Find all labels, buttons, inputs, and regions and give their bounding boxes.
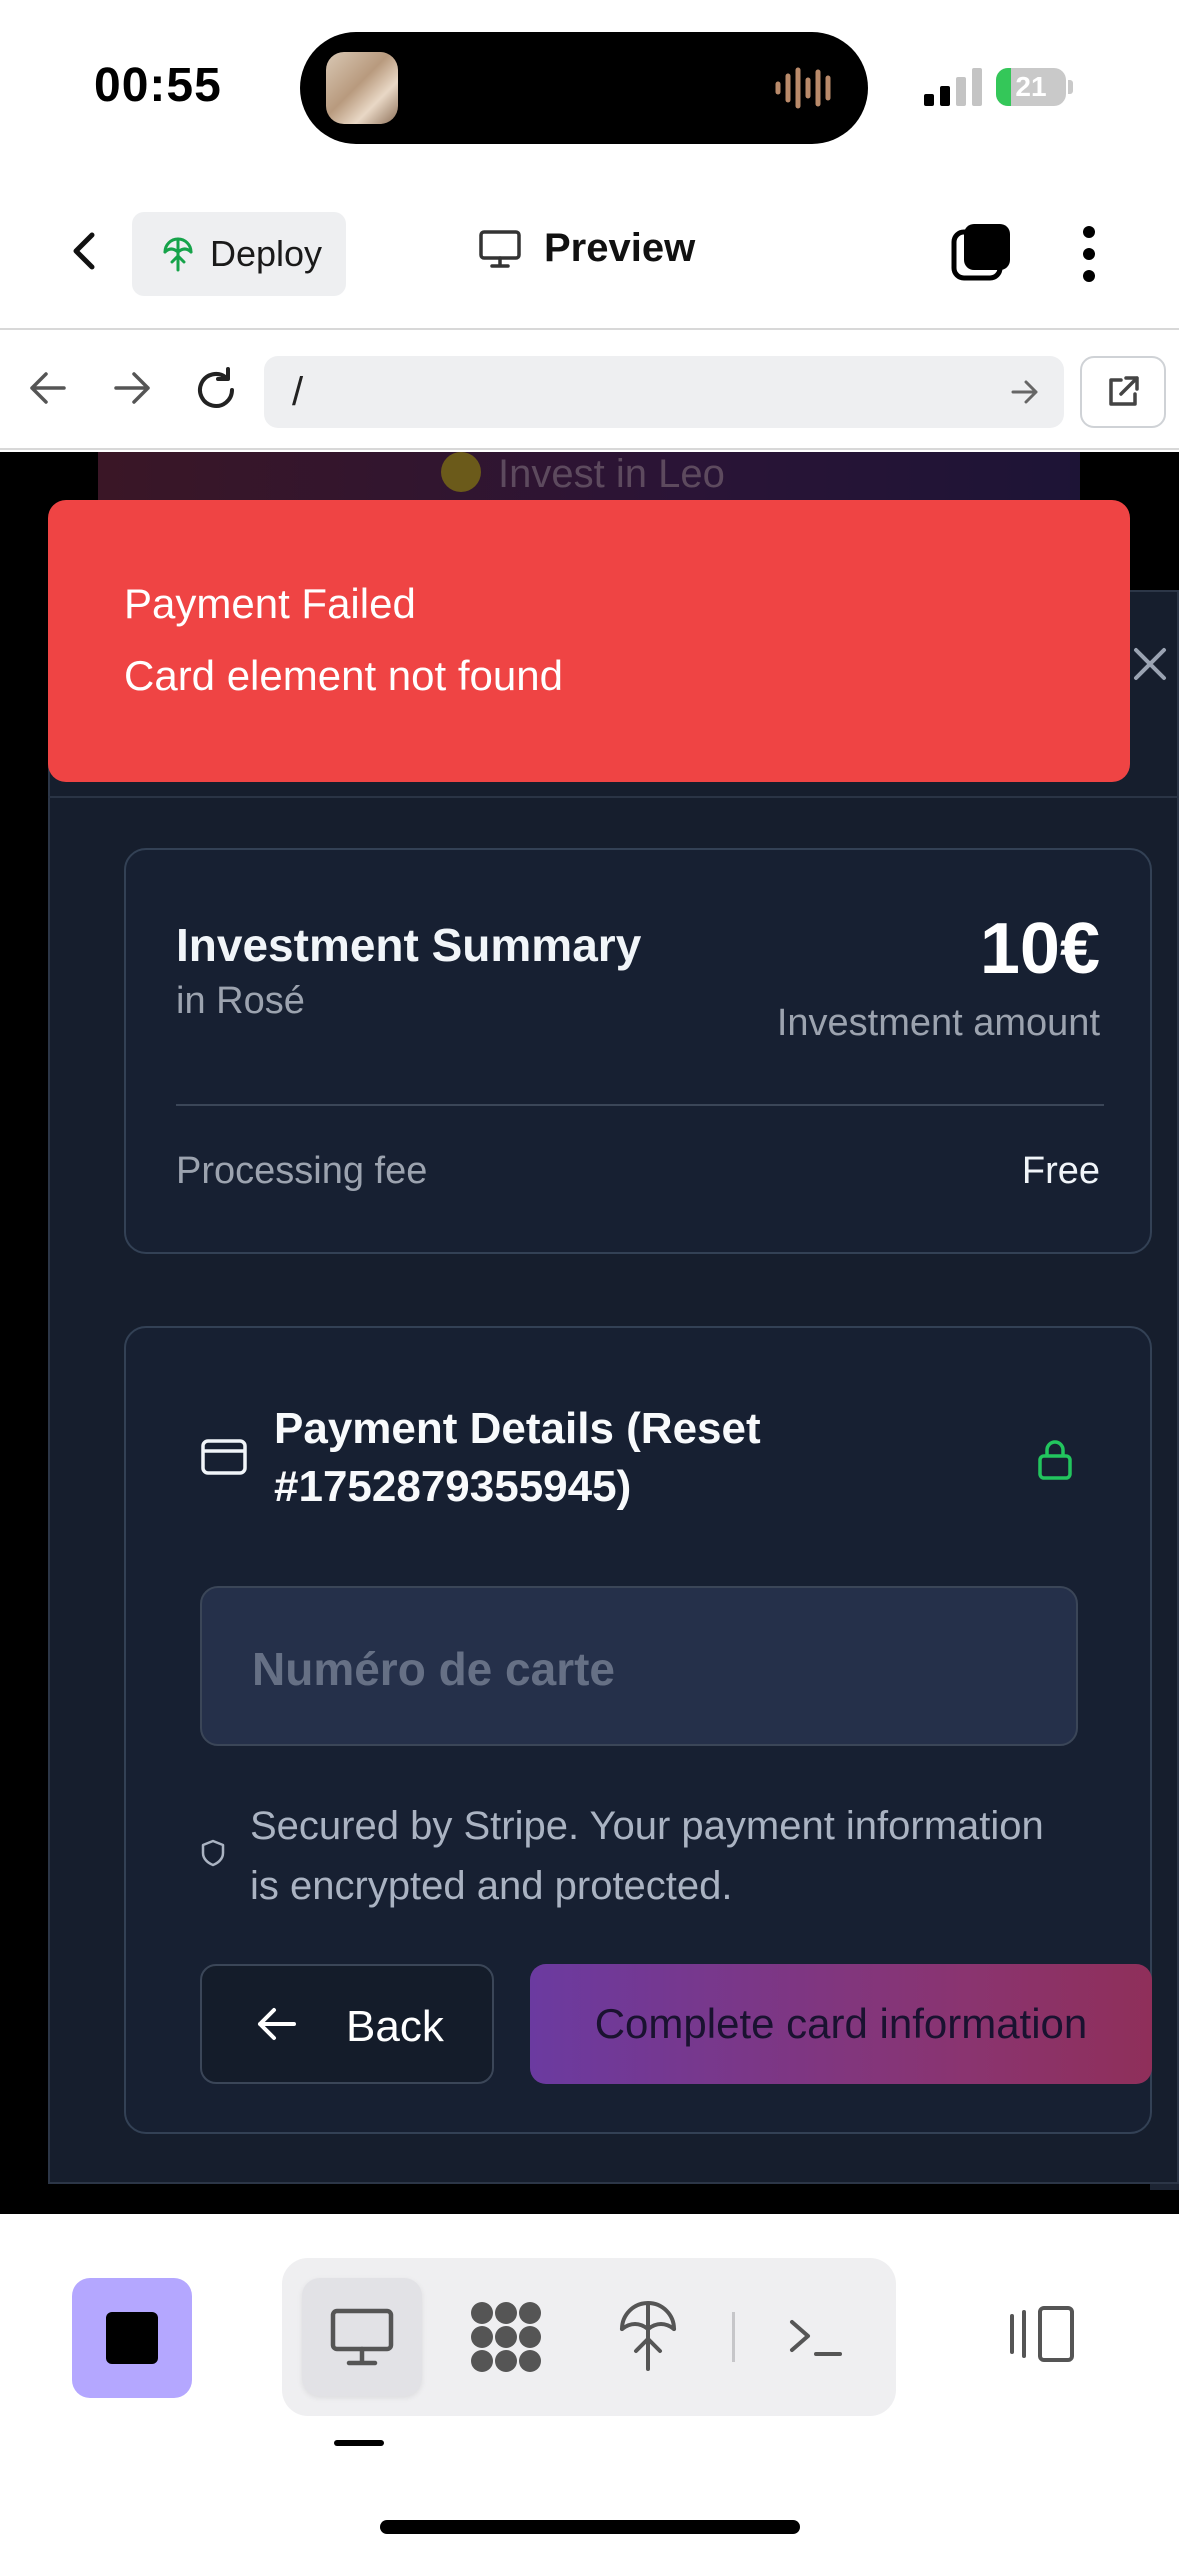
url-path: / (292, 370, 304, 414)
go-arrow-icon[interactable] (1010, 378, 1040, 406)
now-playing-thumbnail (326, 52, 398, 124)
view-switcher (282, 2258, 896, 2416)
grid-icon (471, 2302, 541, 2372)
battery-indicator: 21 (996, 68, 1073, 106)
preview-label: Preview (544, 226, 696, 270)
deploy-icon (163, 237, 193, 272)
tool-preview[interactable] (302, 2278, 422, 2396)
url-input[interactable]: / (264, 356, 1064, 428)
nav-forward-icon[interactable] (110, 366, 154, 410)
processing-fee-label: Processing fee (176, 1150, 428, 1192)
preview-toggle[interactable]: Preview (478, 226, 695, 271)
status-bar: 00:55 21 (0, 0, 1179, 170)
dynamic-island[interactable] (300, 32, 868, 144)
arrow-left-icon (258, 2008, 296, 2040)
tabs-icon[interactable] (950, 220, 1014, 284)
monitor-icon (330, 2308, 394, 2366)
bottom-toolbar (0, 2214, 1179, 2556)
battery-percent: 21 (1015, 71, 1047, 102)
tool-deploy[interactable] (588, 2278, 708, 2396)
open-external-button[interactable] (1080, 356, 1166, 428)
shield-icon (201, 1839, 225, 1867)
home-indicator[interactable] (380, 2520, 800, 2534)
back-chevron-icon[interactable] (62, 227, 110, 275)
back-label: Back (346, 2002, 444, 2051)
summary-subtitle: in Rosé (176, 980, 305, 1022)
nav-back-icon[interactable] (26, 366, 70, 410)
error-toast[interactable]: Payment Failed Card element not found (48, 500, 1130, 782)
monitor-icon (479, 229, 521, 268)
payment-details-title: Payment Details (Reset #1752879355945) (274, 1404, 761, 1511)
reload-icon[interactable] (192, 366, 240, 414)
deploy-button[interactable]: Deploy (132, 212, 346, 296)
stop-button[interactable] (72, 2278, 192, 2398)
lock-icon (1038, 1440, 1072, 1480)
complete-card-label: Complete card information (594, 2000, 1088, 2047)
investment-amount: 10€ (979, 909, 1100, 989)
external-link-icon (1109, 376, 1139, 406)
active-tab-indicator (334, 2440, 384, 2446)
app-header: Deploy Preview (0, 170, 1179, 330)
investment-summary-card: Investment Summary in Rosé 10€ Investmen… (124, 848, 1152, 1254)
cellular-signal-icon (924, 68, 982, 106)
side-panel-icon[interactable] (1006, 2304, 1078, 2364)
more-options-icon[interactable] (1072, 224, 1106, 284)
card-number-placeholder: Numéro de carte (252, 1643, 616, 1695)
status-time: 00:55 (94, 59, 222, 112)
stop-icon (106, 2312, 158, 2364)
toast-message: Card element not found (124, 652, 563, 699)
modal-header-divider (48, 796, 1179, 798)
toolbar-separator (732, 2312, 735, 2362)
investment-amount-label: Investment amount (776, 1002, 1100, 1044)
stripe-security-note: Secured by Stripe. Your payment informat… (250, 1804, 1044, 1908)
terminal-icon (790, 2320, 842, 2356)
summary-title: Investment Summary (176, 919, 642, 971)
background-banner-text: Invest in Leo (498, 452, 725, 496)
credit-card-icon (201, 1439, 247, 1475)
browser-url-bar: / (0, 332, 1179, 450)
close-icon[interactable] (1130, 644, 1170, 684)
summary-divider (176, 1104, 1104, 1106)
back-button[interactable]: Back (200, 1964, 494, 2084)
coin-icon (441, 452, 481, 492)
toast-title: Payment Failed (124, 580, 416, 627)
card-number-input[interactable]: Numéro de carte (200, 1586, 1078, 1746)
processing-fee-value: Free (1021, 1150, 1100, 1192)
deploy-icon (620, 2301, 676, 2371)
audio-wave-icon (775, 67, 831, 109)
payment-details-card: Payment Details (Reset #1752879355945) N… (124, 1326, 1152, 2134)
deploy-label: Deploy (210, 233, 323, 274)
tool-extensions[interactable] (446, 2278, 566, 2396)
complete-card-button[interactable]: Complete card information (530, 1964, 1152, 2084)
tool-console[interactable] (756, 2278, 876, 2396)
